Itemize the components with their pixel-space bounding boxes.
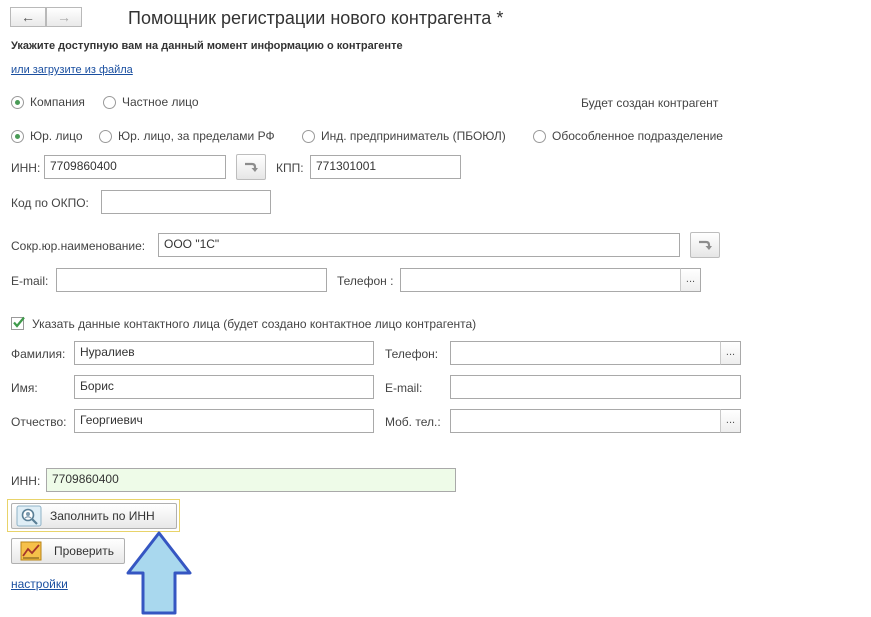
company-phone-label: Телефон : [337,274,394,288]
kpp-label: КПП: [276,161,304,175]
fill-by-inn-icon [16,505,42,527]
contact-phone-select-button[interactable]: ... [720,341,741,365]
radio-individual-entrepreneur[interactable]: Инд. предприниматель (ПБОЮЛ) [302,129,506,143]
contact-person-checkbox[interactable] [11,316,25,330]
first-name-label: Имя: [11,381,38,395]
settings-link[interactable]: настройки [11,577,68,591]
fill-by-inn-label: Заполнить по ИНН [50,509,155,523]
contact-email-label: E-mail: [385,381,423,395]
load-from-file-link[interactable]: или загрузите из файла [11,64,133,76]
arrow-right-icon: → [57,9,71,25]
surname-input[interactable]: Нуралиев [74,341,374,365]
company-phone-input[interactable] [400,268,681,292]
company-email-label: E-mail: [11,274,49,288]
inn-fill-button[interactable] [236,154,266,180]
radio-label: Обособленное подразделение [552,129,723,143]
radio-legal-entity[interactable]: Юр. лицо [11,129,83,143]
inn-label: ИНН: [11,161,41,175]
radio-dot [11,95,24,109]
surname-label: Фамилия: [11,347,66,361]
radio-label: Юр. лицо [30,129,83,143]
arrow-left-icon: ← [21,9,35,25]
contact-email-input[interactable] [450,375,741,399]
radio-separate-division[interactable]: Обособленное подразделение [533,129,723,143]
radio-company[interactable]: Компания [11,95,85,109]
inn-input[interactable]: 7709860400 [44,155,226,179]
fill-arrow-icon [245,162,258,172]
radio-dot [11,129,24,143]
radio-label: Компания [30,95,85,109]
radio-dot [103,95,116,109]
contact-phone-input[interactable] [450,341,721,365]
checkmark-icon [13,316,25,328]
radio-legal-entity-abroad[interactable]: Юр. лицо, за пределами РФ [99,129,275,143]
window-title: Помощник регистрации нового контрагента … [128,8,504,28]
company-email-input[interactable] [56,268,327,292]
will-create-label: Будет создан контрагент [581,96,719,110]
radio-dot [302,129,315,143]
mobile-phone-input[interactable] [450,409,721,433]
short-name-input[interactable]: ООО "1С" [158,233,680,257]
first-name-input[interactable]: Борис [74,375,374,399]
mobile-phone-label: Моб. тел.: [385,415,441,429]
kpp-input[interactable]: 771301001 [310,155,461,179]
page-subtitle: Укажите доступную вам на данный момент и… [11,40,403,52]
short-name-fill-button[interactable] [690,232,720,258]
patronymic-label: Отчество: [11,415,67,429]
company-phone-select-button[interactable]: ... [680,268,701,292]
check-button-label: Проверить [54,544,115,558]
bottom-inn-label: ИНН: [11,474,41,488]
fill-arrow-icon [699,240,712,250]
contact-person-label: Указать данные контактного лица (будет с… [32,317,477,331]
fill-by-inn-button[interactable]: Заполнить по ИНН [11,503,177,529]
contact-phone-label: Телефон: [385,347,439,361]
radio-dot [533,129,546,143]
patronymic-input[interactable]: Георгиевич [74,409,374,433]
back-button[interactable]: ← [10,7,46,27]
okpo-label: Код по ОКПО: [11,196,89,210]
mobile-phone-select-button[interactable]: ... [720,409,741,433]
check-chart-icon [18,540,44,562]
radio-label: Частное лицо [122,95,199,109]
radio-label: Инд. предприниматель (ПБОЮЛ) [321,129,506,143]
okpo-input[interactable] [101,190,271,214]
arrow-up-annotation-icon [126,531,192,615]
check-button[interactable]: Проверить [11,538,125,564]
radio-dot [99,129,112,143]
forward-button[interactable]: → [46,7,82,27]
radio-private-person[interactable]: Частное лицо [103,95,199,109]
bottom-inn-input[interactable]: 7709860400 [46,468,456,492]
radio-label: Юр. лицо, за пределами РФ [118,129,275,143]
short-name-label: Сокр.юр.наименование: [11,239,146,253]
